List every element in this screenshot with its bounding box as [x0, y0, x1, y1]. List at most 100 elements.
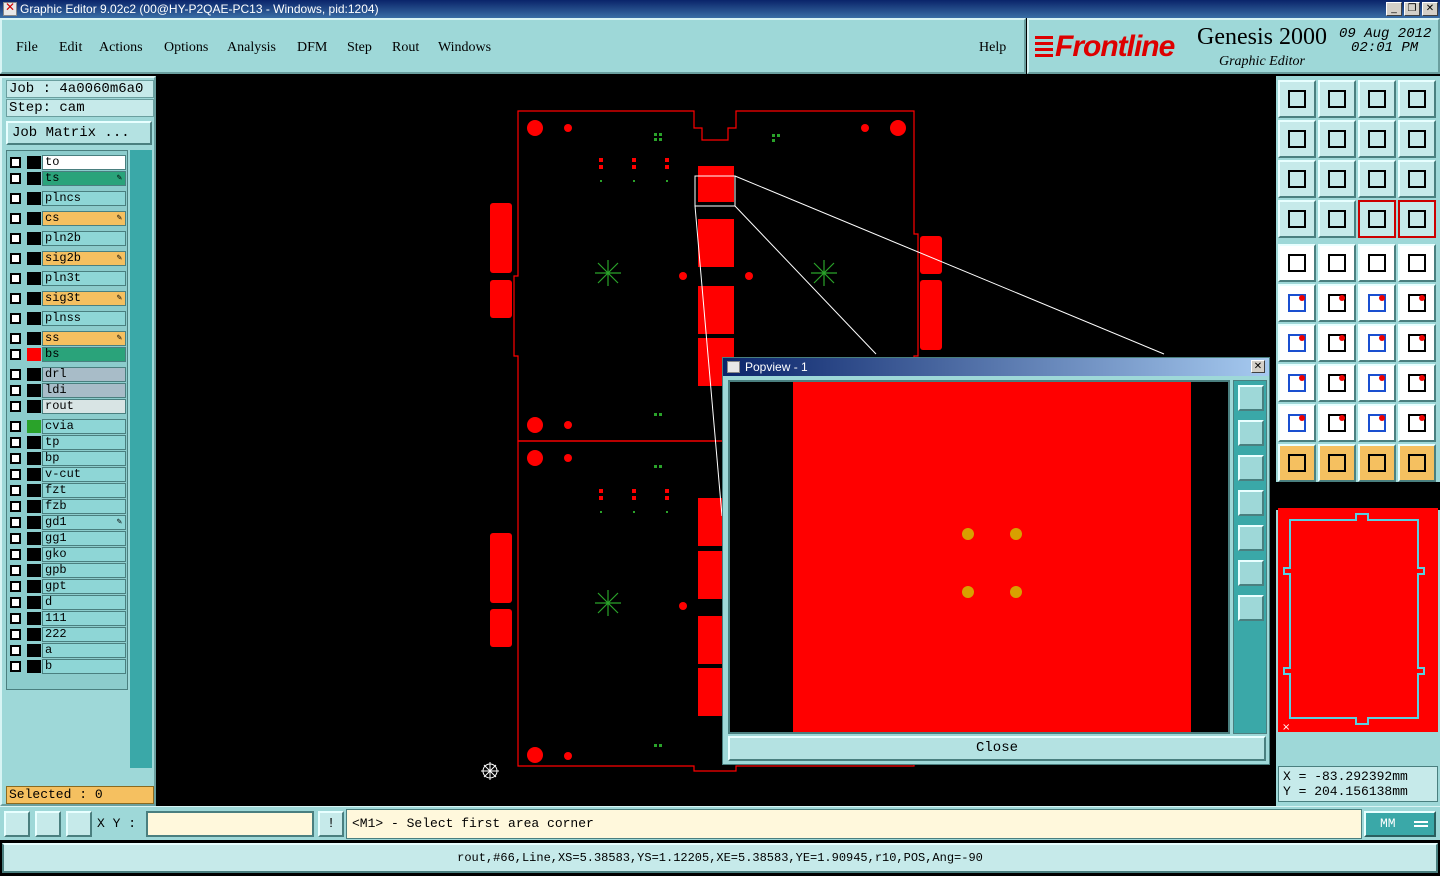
layer-name[interactable]: 111 — [42, 611, 126, 626]
layer-checkbox[interactable] — [10, 369, 21, 380]
tool-triangle-a-icon[interactable] — [1278, 404, 1316, 442]
layer-row-fzt[interactable]: fzt — [7, 483, 127, 498]
layer-name[interactable]: 222 — [42, 627, 126, 642]
layer-row-222[interactable]: 222 — [7, 627, 127, 642]
tool-line-blue-icon[interactable] — [1398, 284, 1436, 322]
layer-checkbox[interactable] — [10, 193, 21, 204]
layer-checkbox[interactable] — [10, 501, 21, 512]
layer-name[interactable]: pln2b — [42, 231, 126, 246]
tool-connect-icon[interactable] — [1278, 284, 1316, 322]
popview-close-button[interactable]: Close — [728, 736, 1266, 761]
layer-color-swatch[interactable] — [27, 292, 41, 305]
layer-row-ss[interactable]: ss ✎ — [7, 331, 127, 346]
menu-analysis[interactable]: Analysis — [227, 40, 276, 56]
layer-checkbox[interactable] — [10, 401, 21, 412]
layer-row-cvia[interactable]: cvia — [7, 419, 127, 434]
popview-tool-down[interactable] — [1238, 455, 1264, 481]
layer-name[interactable]: to — [42, 155, 126, 170]
layer-checkbox[interactable] — [10, 453, 21, 464]
layer-name[interactable]: sig3t ✎ — [42, 291, 126, 306]
layer-color-swatch[interactable] — [27, 348, 41, 361]
xy-input[interactable] — [146, 811, 314, 837]
tool-view-top-icon[interactable] — [1278, 80, 1316, 118]
tool-pointer-box-icon[interactable] — [1318, 444, 1356, 482]
tool-arc-icon[interactable] — [1358, 324, 1396, 362]
layer-color-swatch[interactable] — [27, 252, 41, 265]
layer-row-sig3t[interactable]: sig3t ✎ — [7, 291, 127, 306]
tool-pan-left-icon[interactable] — [1278, 120, 1316, 158]
layer-row-rout[interactable]: rout — [7, 399, 127, 414]
layer-color-swatch[interactable] — [27, 468, 41, 481]
menu-dfm[interactable]: DFM — [297, 40, 327, 56]
layer-color-swatch[interactable] — [27, 452, 41, 465]
layer-color-swatch[interactable] — [27, 660, 41, 673]
tool-angle-icon[interactable] — [1278, 324, 1316, 362]
layer-checkbox[interactable] — [10, 565, 21, 576]
layer-row-gko[interactable]: gko — [7, 547, 127, 562]
tool-text-ff-icon[interactable] — [1398, 324, 1436, 362]
tool-triangle-b-icon[interactable] — [1318, 404, 1356, 442]
measure-icon[interactable] — [35, 811, 61, 837]
layer-name[interactable]: pln3t — [42, 271, 126, 286]
menu-help[interactable]: Help — [979, 40, 1006, 56]
layer-name[interactable]: fzt — [42, 483, 126, 498]
menu-windows[interactable]: Windows — [438, 40, 491, 56]
tool-grid-icon[interactable] — [1318, 200, 1356, 238]
layer-row-gg1[interactable]: gg1 — [7, 531, 127, 546]
layer-color-swatch[interactable] — [27, 312, 41, 325]
layer-color-swatch[interactable] — [27, 368, 41, 381]
layer-color-swatch[interactable] — [27, 548, 41, 561]
layer-row-v-cut[interactable]: v-cut — [7, 467, 127, 482]
layer-checkbox[interactable] — [10, 629, 21, 640]
layer-row-pln2b[interactable]: pln2b — [7, 231, 127, 246]
info-icon[interactable]: ! — [318, 811, 344, 837]
tool-pointer-move-icon[interactable] — [1358, 444, 1396, 482]
layer-row-bp[interactable]: bp — [7, 451, 127, 466]
tool-add-line-icon[interactable] — [1318, 244, 1356, 282]
layer-checkbox[interactable] — [10, 157, 21, 168]
layer-row-bs[interactable]: bs — [7, 347, 127, 362]
tool-triangle-d-icon[interactable] — [1398, 404, 1436, 442]
layer-name[interactable]: bp — [42, 451, 126, 466]
tool-dim-icon[interactable] — [1358, 364, 1396, 402]
layer-name[interactable]: d — [42, 595, 126, 610]
tool-properties-icon[interactable] — [1278, 200, 1316, 238]
layer-color-swatch[interactable] — [27, 156, 41, 169]
layer-color-swatch[interactable] — [27, 192, 41, 205]
overview-map[interactable]: × — [1278, 508, 1438, 733]
menu-rout[interactable]: Rout — [392, 40, 419, 56]
layer-row-gpb[interactable]: gpb — [7, 563, 127, 578]
layer-color-swatch[interactable] — [27, 612, 41, 625]
layer-name[interactable]: ts ✎ — [42, 171, 126, 186]
menu-file[interactable]: File — [16, 40, 38, 56]
layer-checkbox[interactable] — [10, 385, 21, 396]
layer-color-swatch[interactable] — [27, 532, 41, 545]
layer-checkbox[interactable] — [10, 233, 21, 244]
layer-checkbox[interactable] — [10, 313, 21, 324]
layer-name[interactable]: cs ✎ — [42, 211, 126, 226]
layer-name[interactable]: gpb — [42, 563, 126, 578]
layer-name[interactable]: tp — [42, 435, 126, 450]
layer-color-swatch[interactable] — [27, 232, 41, 245]
layer-checkbox[interactable] — [10, 613, 21, 624]
tool-fit-vertical-icon[interactable] — [1278, 160, 1316, 198]
layer-name[interactable]: v-cut — [42, 467, 126, 482]
units-select[interactable]: MM — [1364, 811, 1436, 837]
menu-options[interactable]: Options — [164, 40, 208, 56]
popview-tool-left[interactable] — [1238, 490, 1264, 516]
minimize-button[interactable]: _ — [1386, 2, 1402, 16]
layer-color-swatch[interactable] — [27, 172, 41, 185]
tool-flip-icon[interactable] — [1358, 120, 1396, 158]
layer-checkbox[interactable] — [10, 253, 21, 264]
tool-pointer-icon[interactable] — [1278, 444, 1316, 482]
layer-name[interactable]: ldi — [42, 383, 126, 398]
layer-checkbox[interactable] — [10, 485, 21, 496]
layer-checkbox[interactable] — [10, 213, 21, 224]
tool-ruler-icon[interactable] — [1358, 244, 1396, 282]
layer-color-swatch[interactable] — [27, 400, 41, 413]
tool-help-icon[interactable] — [1398, 160, 1436, 198]
layer-name[interactable]: bs — [42, 347, 126, 362]
layer-color-swatch[interactable] — [27, 332, 41, 345]
layer-row-tp[interactable]: tp — [7, 435, 127, 450]
layer-name[interactable]: rout — [42, 399, 126, 414]
